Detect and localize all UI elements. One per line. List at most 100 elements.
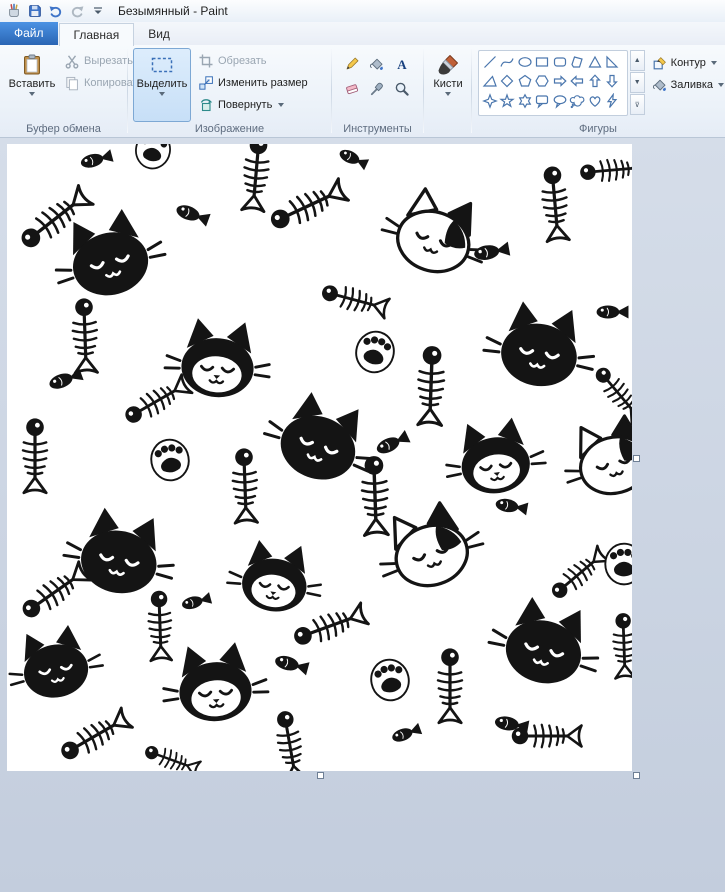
shape-callout-rectangle[interactable] — [534, 91, 551, 110]
outline-label: Контур — [670, 57, 706, 69]
shape-oval[interactable] — [516, 52, 533, 71]
redo-button[interactable] — [67, 2, 87, 20]
brushes-button[interactable]: Кисти — [426, 48, 470, 122]
rotate-label: Повернуть — [218, 99, 273, 111]
paste-label: Вставить — [8, 78, 56, 90]
arrow-down-icon — [607, 75, 618, 88]
shape-lightning[interactable] — [604, 91, 621, 110]
shape-callout-oval[interactable] — [551, 91, 568, 110]
copy-icon — [66, 76, 78, 91]
shapes-scroll-up-icon[interactable]: ▲ — [629, 50, 645, 71]
polygon-icon — [571, 56, 583, 68]
shape-callout-cloud[interactable] — [569, 91, 586, 110]
shape-line[interactable] — [481, 52, 498, 71]
scissors-icon — [65, 55, 79, 69]
resize-button[interactable]: Изменить размер — [194, 72, 312, 94]
paint-menu-icon[interactable] — [4, 2, 24, 20]
shape-diamond[interactable] — [499, 72, 516, 91]
shape-arrow-left[interactable] — [569, 72, 586, 91]
rotate-button[interactable]: Повернуть — [194, 94, 312, 116]
selection-rectangle-icon — [151, 57, 173, 73]
titlebar: Безымянный - Paint — [0, 0, 725, 22]
callout-rectangle-icon — [536, 95, 549, 108]
group-clipboard: Вставить Вырезать Копировать Буфер обмен… — [0, 45, 143, 137]
star4-icon — [482, 93, 497, 108]
lightning-icon — [607, 93, 617, 108]
shape-fill-button[interactable]: Заливка — [652, 77, 724, 93]
select-label: Выделить — [136, 78, 188, 90]
tab-home[interactable]: Главная — [58, 23, 135, 46]
group-label-image: Изображение — [194, 123, 265, 135]
shape-polygon[interactable] — [569, 52, 586, 71]
shape-heart[interactable] — [586, 91, 603, 110]
chevron-down-icon — [159, 92, 165, 96]
tab-bar: Файл Главная Вид — [0, 22, 725, 46]
paste-button[interactable]: Вставить — [4, 48, 60, 122]
tool-magnifier-button[interactable] — [390, 77, 414, 101]
canvas-resize-handle-corner[interactable] — [633, 772, 640, 779]
magnifier-icon — [395, 82, 409, 96]
shape-arrow-right[interactable] — [551, 72, 568, 91]
brush-icon — [438, 55, 458, 76]
hexagon-icon — [535, 75, 549, 87]
rectangle-icon — [536, 57, 549, 67]
tool-picker-button[interactable] — [365, 77, 389, 101]
tool-fill-button[interactable] — [365, 52, 389, 76]
shape-rectangle[interactable] — [534, 52, 551, 71]
brushes-label: Кисти — [433, 78, 463, 90]
shape-curve[interactable] — [499, 52, 516, 71]
shapes-gallery-scroll: ▲ ▼ ⊽ — [629, 50, 645, 115]
group-tools: Инструменты — [332, 45, 423, 137]
scalene-triangle-icon — [483, 76, 497, 87]
tab-view[interactable]: Вид — [134, 23, 184, 45]
cut-label: Вырезать — [84, 55, 133, 67]
clipboard-icon — [24, 54, 40, 75]
shape-triangle[interactable] — [586, 52, 603, 71]
rounded-rectangle-icon — [553, 57, 566, 67]
canvas-resize-handle-right[interactable] — [633, 455, 640, 462]
tab-file[interactable]: Файл — [0, 22, 58, 45]
chevron-down-icon — [718, 83, 724, 87]
shape-arrow-down[interactable] — [604, 72, 621, 91]
group-image: Выделить Обрезать Изменить размер Поверн… — [128, 45, 331, 137]
crop-button[interactable]: Обрезать — [194, 50, 312, 72]
arrow-up-icon — [589, 74, 600, 88]
chevron-down-icon — [445, 92, 451, 96]
ribbon: Вставить Вырезать Копировать Буфер обмен… — [0, 45, 725, 138]
shape-pentagon[interactable] — [516, 72, 533, 91]
customize-qat-button[interactable] — [88, 2, 108, 20]
shapes-scroll-down-icon[interactable]: ▼ — [629, 72, 645, 93]
undo-button[interactable] — [46, 2, 66, 20]
canvas-workarea — [0, 138, 725, 892]
tool-pencil-button[interactable] — [340, 52, 364, 76]
shape-rounded-rectangle[interactable] — [551, 52, 568, 71]
shape-star4[interactable] — [481, 91, 498, 110]
shape-outline-button[interactable]: Контур — [652, 55, 724, 71]
curve-icon — [500, 57, 514, 67]
save-button[interactable] — [25, 2, 45, 20]
shapes-more-icon[interactable]: ⊽ — [629, 94, 645, 115]
shape-scalene-triangle[interactable] — [481, 72, 498, 91]
pentagon-icon — [518, 75, 532, 87]
shape-hexagon[interactable] — [534, 72, 551, 91]
line-icon — [483, 55, 496, 68]
shape-arrow-up[interactable] — [586, 72, 603, 91]
group-label-clipboard: Буфер обмена — [26, 123, 101, 135]
shape-star6[interactable] — [516, 91, 533, 110]
heart-icon — [589, 96, 601, 107]
crop-icon — [198, 53, 214, 69]
chevron-down-icon — [710, 61, 717, 65]
oval-icon — [518, 56, 532, 67]
shape-star5[interactable] — [499, 91, 516, 110]
callout-oval-icon — [553, 95, 567, 108]
resize-label: Изменить размер — [218, 77, 308, 89]
resize-icon — [199, 76, 213, 90]
canvas-resize-handle-bottom[interactable] — [317, 772, 324, 779]
tool-eraser-button[interactable] — [340, 77, 364, 101]
shape-right-triangle[interactable] — [604, 52, 621, 71]
fill-icon — [369, 58, 384, 71]
eraser-icon — [345, 83, 359, 95]
tool-text-button[interactable] — [390, 52, 414, 76]
select-button[interactable]: Выделить — [133, 48, 191, 122]
paint-canvas[interactable] — [7, 144, 632, 771]
